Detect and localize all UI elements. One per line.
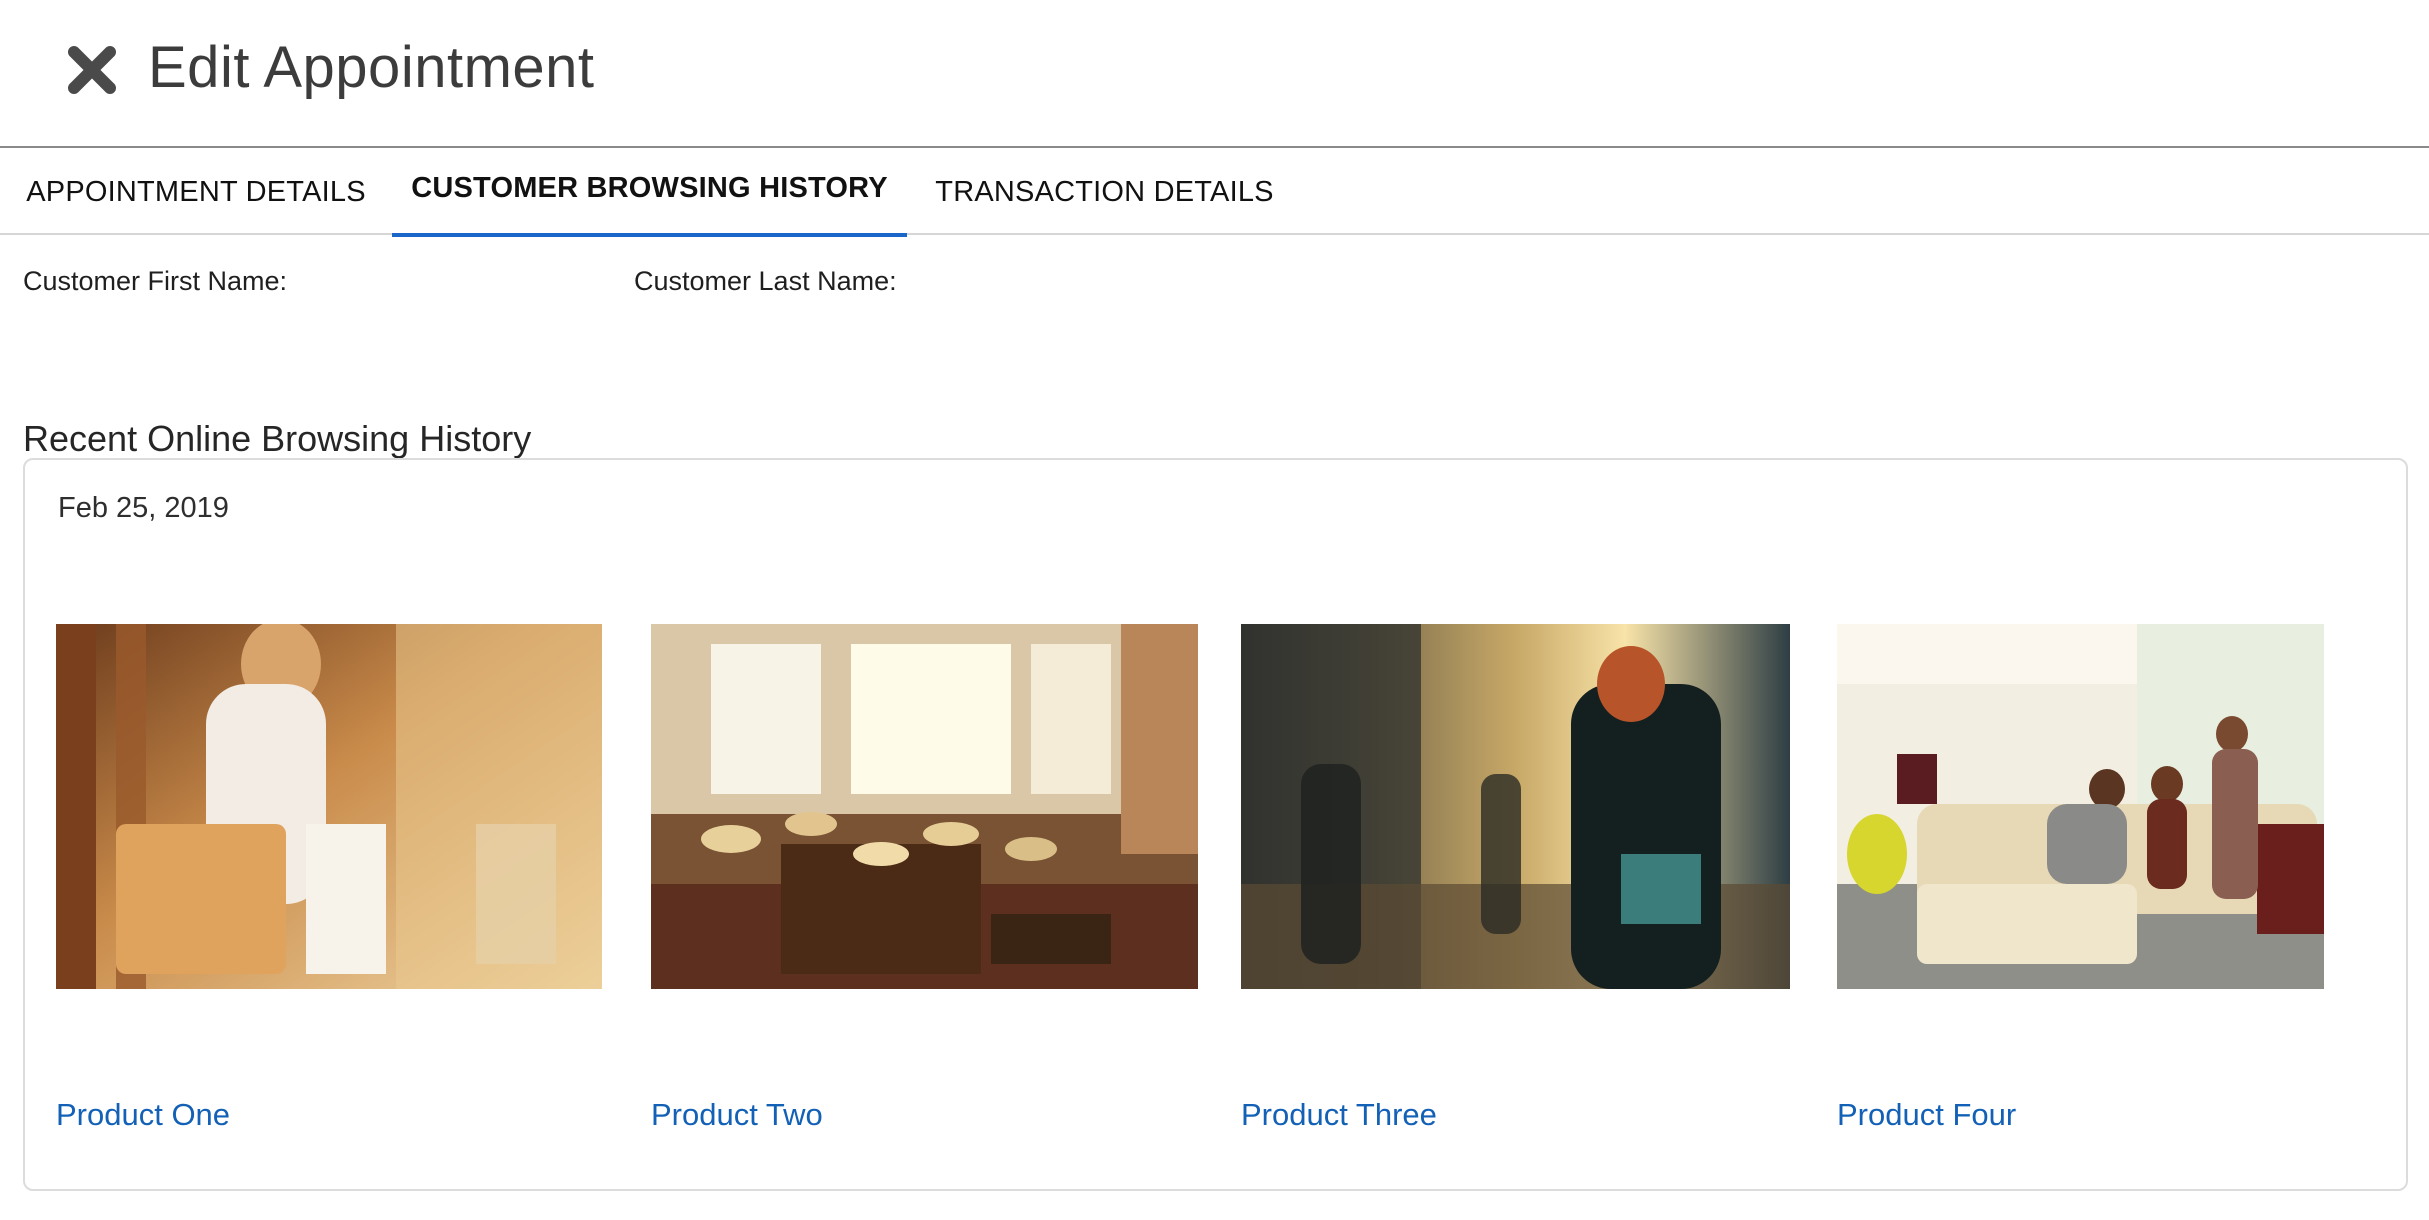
product-link[interactable]: Product Four <box>1837 1097 2016 1133</box>
product-image[interactable] <box>1837 624 2324 989</box>
product-image[interactable] <box>56 624 602 989</box>
browsing-history-card: Feb 25, 2019 Product One Product Two Pro… <box>23 458 2408 1191</box>
product-card: Product Four <box>1837 624 2324 1144</box>
product-image[interactable] <box>651 624 1198 989</box>
product-card: Product Two <box>651 624 1198 1144</box>
page-title: Edit Appointment <box>148 35 595 100</box>
tab-appointment-details[interactable]: APPOINTMENT DETAILS <box>0 150 392 235</box>
product-image[interactable] <box>1241 624 1790 989</box>
product-link[interactable]: Product Two <box>651 1097 823 1133</box>
history-date: Feb 25, 2019 <box>58 492 229 524</box>
modal-header: Edit Appointment <box>0 0 2429 148</box>
tab-transaction-details[interactable]: TRANSACTION DETAILS <box>907 150 1302 235</box>
browsing-history-heading: Recent Online Browsing History <box>23 418 532 459</box>
product-link[interactable]: Product Three <box>1241 1097 1437 1133</box>
close-icon[interactable] <box>64 42 120 98</box>
customer-first-name-label: Customer First Name: <box>23 266 288 296</box>
product-card: Product One <box>56 624 602 1144</box>
tab-customer-browsing-history[interactable]: CUSTOMER BROWSING HISTORY <box>392 150 907 237</box>
edit-appointment-page: Edit Appointment APPOINTMENT DETAILS CUS… <box>0 0 2429 1220</box>
tab-bar: APPOINTMENT DETAILS CUSTOMER BROWSING HI… <box>0 150 2429 237</box>
product-card: Product Three <box>1241 624 1790 1144</box>
product-link[interactable]: Product One <box>56 1097 230 1133</box>
customer-last-name-label: Customer Last Name: <box>634 266 897 296</box>
